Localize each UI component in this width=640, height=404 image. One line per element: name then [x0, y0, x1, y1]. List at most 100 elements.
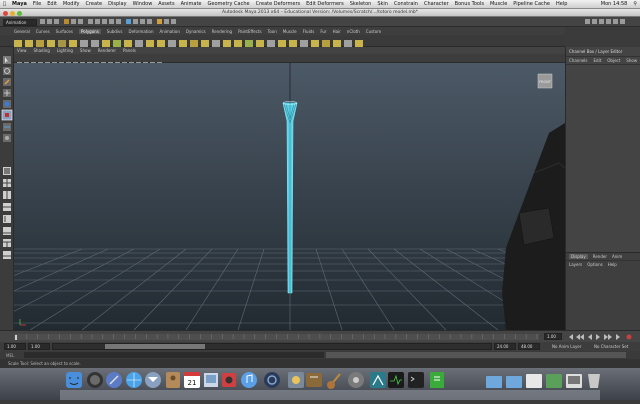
menu-assets[interactable]: Assets: [158, 1, 174, 7]
panel-menu-shading[interactable]: Shading: [34, 48, 50, 53]
downloads-folder-icon[interactable]: [526, 374, 542, 388]
layout-single-icon[interactable]: [3, 167, 11, 175]
menu-file[interactable]: File: [33, 1, 41, 7]
menu-pipeline-cache[interactable]: Pipeline Cache: [513, 1, 550, 7]
iphoto-icon[interactable]: [288, 372, 304, 388]
layout-hypershade-icon[interactable]: [3, 239, 11, 247]
menu-window[interactable]: Window: [133, 1, 153, 7]
channel-menu-object[interactable]: Object: [607, 58, 620, 63]
tab-general[interactable]: General: [14, 29, 30, 34]
channel-menu-show[interactable]: Show: [626, 58, 637, 63]
tab-animation[interactable]: Animation: [160, 29, 180, 34]
layout-four-icon[interactable]: [3, 179, 11, 187]
range-bar[interactable]: [52, 343, 492, 350]
playback-controls[interactable]: [566, 333, 638, 341]
photo-booth-icon[interactable]: [222, 373, 236, 387]
trash-icon[interactable]: [588, 374, 600, 388]
itunes-icon[interactable]: [241, 372, 257, 388]
menu-display[interactable]: Display: [108, 1, 126, 7]
tab-rendering[interactable]: Rendering: [212, 29, 232, 34]
layer-menu-help[interactable]: Help: [608, 262, 617, 267]
tab-deformation[interactable]: Deformation: [129, 29, 154, 34]
minimize-icon[interactable]: [10, 10, 15, 16]
last-tool-icon[interactable]: [3, 134, 11, 142]
preview-icon[interactable]: [204, 373, 218, 387]
tab-custom[interactable]: Custom: [366, 29, 381, 34]
quicktime-icon[interactable]: [264, 372, 280, 388]
panel-menu-renderer[interactable]: Renderer: [98, 48, 116, 53]
current-time-marker[interactable]: [15, 335, 17, 340]
menu-edit-deformers[interactable]: Edit Deformers: [306, 1, 344, 7]
lasso-tool-icon[interactable]: [3, 67, 11, 75]
channel-menu-channels[interactable]: Channels: [569, 58, 588, 63]
menu-help[interactable]: Help: [556, 1, 567, 7]
activity-monitor-icon[interactable]: [388, 372, 404, 388]
range-end-field[interactable]: 24.00: [494, 343, 516, 350]
panel-menu-show[interactable]: Show: [80, 48, 91, 53]
maya-icon[interactable]: [370, 372, 386, 388]
current-frame-field[interactable]: 1.00: [544, 333, 562, 340]
layout-outliner-icon[interactable]: [3, 215, 11, 223]
move-tool-icon[interactable]: [3, 89, 11, 97]
menu-modify[interactable]: Modify: [63, 1, 80, 7]
mel-label[interactable]: MEL: [6, 353, 14, 358]
tab-fluids[interactable]: Fluids: [303, 29, 315, 34]
menu-bonus-tools[interactable]: Bonus Tools: [455, 1, 484, 7]
scale-tool-icon[interactable]: [1, 109, 13, 121]
app-menu[interactable]: Maya: [12, 1, 27, 7]
range-start-field[interactable]: 1.00: [28, 343, 50, 350]
range-handle[interactable]: [105, 344, 205, 349]
rotate-tool-icon[interactable]: [3, 100, 11, 108]
tab-toon[interactable]: Toon: [268, 29, 277, 34]
menu-edit[interactable]: Edit: [47, 1, 57, 7]
applications-folder-icon[interactable]: [486, 376, 502, 388]
manipulator-icon[interactable]: [3, 123, 11, 131]
finder-icon[interactable]: [66, 372, 82, 388]
layout-script-icon[interactable]: [3, 251, 11, 259]
menu-create-deformers[interactable]: Create Deformers: [256, 1, 301, 7]
calendar-icon[interactable]: 21: [184, 372, 200, 388]
menu-skin[interactable]: Skin: [377, 1, 388, 7]
layer-menu-layers[interactable]: Layers: [569, 262, 582, 267]
menu-geometry-cache[interactable]: Geometry Cache: [208, 1, 250, 7]
garageband-icon[interactable]: [327, 373, 341, 389]
channel-menu-edit[interactable]: Edit: [594, 58, 602, 63]
layer-tab-display[interactable]: Display: [569, 254, 588, 259]
menu-character[interactable]: Character: [424, 1, 449, 7]
menu-animate[interactable]: Animate: [181, 1, 202, 7]
menu-skeleton[interactable]: Skeleton: [350, 1, 372, 7]
character-set-dropdown[interactable]: No Character Set: [594, 344, 628, 349]
terminal-icon[interactable]: [408, 372, 424, 388]
menu-muscle[interactable]: Muscle: [490, 1, 507, 7]
spotlight-icon[interactable]: ⚲: [633, 1, 637, 7]
menu-constrain[interactable]: Constrain: [394, 1, 418, 7]
layer-tab-render[interactable]: Render: [593, 254, 607, 259]
apple-icon[interactable]: : [3, 1, 6, 7]
imovie-icon[interactable]: [306, 373, 322, 387]
panel-menu-panels[interactable]: Panels: [123, 48, 136, 53]
launchpad-icon[interactable]: [106, 372, 122, 388]
tab-curves[interactable]: Curves: [36, 29, 50, 34]
contacts-icon[interactable]: [166, 372, 180, 388]
tab-fur[interactable]: Fur: [320, 29, 326, 34]
stack-icon[interactable]: [546, 374, 562, 388]
mel-input[interactable]: [24, 352, 324, 358]
start-time-field[interactable]: 1.00: [4, 343, 26, 350]
screenshot-stack-icon[interactable]: [566, 374, 582, 388]
panel-menu-view[interactable]: View: [17, 48, 27, 53]
tab-dynamics[interactable]: Dynamics: [186, 29, 206, 34]
menu-create[interactable]: Create: [86, 1, 103, 7]
system-preferences-icon[interactable]: [348, 372, 364, 388]
select-tool-icon[interactable]: [3, 56, 11, 64]
menu-set-dropdown[interactable]: Animation: [3, 19, 37, 26]
tab-surfaces[interactable]: Surfaces: [56, 29, 73, 34]
layout-side-icon[interactable]: [3, 191, 11, 199]
tab-hair[interactable]: Hair: [333, 29, 341, 34]
documents-folder-icon[interactable]: [506, 376, 522, 388]
end-time-field[interactable]: 48.00: [518, 343, 540, 350]
status-line-icons[interactable]: [40, 18, 640, 26]
layer-menu-options[interactable]: Options: [587, 262, 602, 267]
layer-tab-anim[interactable]: Anim: [612, 254, 622, 259]
dashboard-icon[interactable]: [87, 372, 103, 388]
tab-subdivs[interactable]: Subdivs: [107, 29, 123, 34]
